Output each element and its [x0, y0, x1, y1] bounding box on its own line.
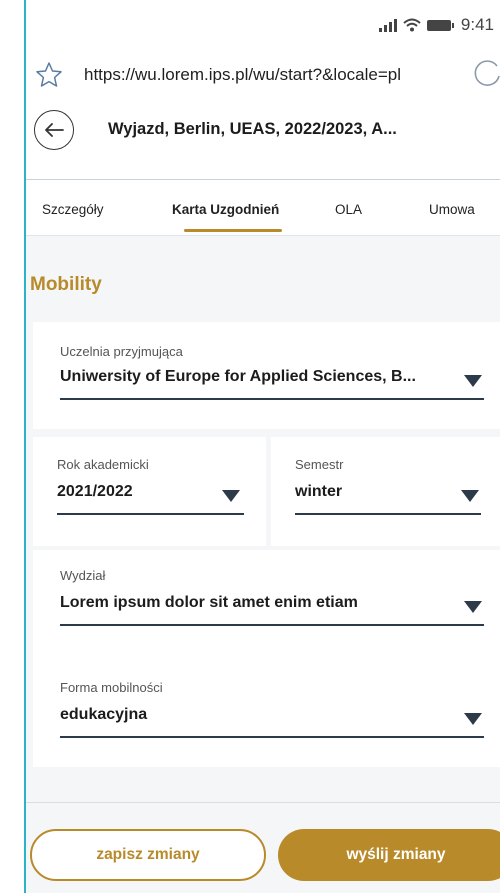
tab-bar: Szczegóły Karta Uzgodnień OLA Umowa — [26, 180, 500, 236]
mobility-form-label: Forma mobilności — [60, 680, 163, 695]
browser-url-bar[interactable]: https://wu.lorem.ips.pl/wu/start?&locale… — [26, 52, 500, 100]
faculty-value[interactable]: Lorem ipsum dolor sit amet enim etiam — [60, 594, 460, 612]
reload-icon[interactable] — [469, 56, 500, 92]
host-university-value[interactable]: Uniwersity of Europe for Applied Science… — [60, 368, 460, 386]
battery-icon — [426, 19, 454, 31]
chevron-down-icon[interactable] — [464, 375, 482, 387]
section-title: Mobility — [30, 274, 102, 295]
page-header: Wyjazd, Berlin, UEAS, 2022/2023, A... — [26, 100, 500, 180]
wifi-icon — [403, 18, 421, 32]
back-button[interactable] — [34, 110, 74, 150]
save-changes-button[interactable]: zapisz zmiany — [30, 829, 266, 881]
status-icons: 9:41 — [378, 15, 494, 35]
mobility-form-value[interactable]: edukacyjna — [60, 706, 460, 724]
host-university-label: Uczelnia przyjmująca — [60, 344, 183, 359]
semester-label: Semestr — [295, 457, 344, 472]
signal-icon — [378, 18, 397, 32]
chevron-down-icon[interactable] — [222, 490, 240, 502]
active-tab-indicator — [184, 229, 282, 232]
faculty-label: Wydział — [60, 568, 106, 583]
field-underline — [60, 624, 484, 626]
page-title: Wyjazd, Berlin, UEAS, 2022/2023, A... — [108, 120, 397, 138]
field-underline — [295, 513, 481, 515]
url-text[interactable]: https://wu.lorem.ips.pl/wu/start?&locale… — [84, 65, 401, 85]
status-time: 9:41 — [460, 15, 494, 34]
semester-field[interactable]: Semestr winter — [271, 437, 500, 546]
divider — [26, 802, 500, 803]
tab-ola[interactable]: OLA — [335, 202, 362, 217]
bookmark-star-icon[interactable] — [34, 60, 64, 90]
field-underline — [60, 398, 484, 400]
host-university-field[interactable]: Uczelnia przyjmująca Uniwersity of Europ… — [33, 322, 500, 429]
academic-year-label: Rok akademicki — [57, 457, 149, 472]
tab-karta-uzgodnien[interactable]: Karta Uzgodnień — [172, 202, 279, 217]
chevron-down-icon[interactable] — [464, 713, 482, 725]
send-changes-button[interactable]: wyślij zmiany — [278, 829, 500, 881]
chevron-down-icon[interactable] — [461, 490, 479, 502]
field-underline — [57, 513, 244, 515]
phone-frame: 9:41 https://wu.lorem.ips.pl/wu/start?&l… — [24, 0, 500, 893]
semester-value[interactable]: winter — [295, 483, 342, 501]
arrow-left-icon — [45, 123, 64, 137]
chevron-down-icon[interactable] — [464, 601, 482, 613]
status-bar: 9:41 — [26, 0, 500, 52]
tab-umowa[interactable]: Umowa — [429, 202, 475, 217]
academic-year-field[interactable]: Rok akademicki 2021/2022 — [33, 437, 266, 546]
academic-year-value[interactable]: 2021/2022 — [57, 483, 133, 501]
faculty-and-mobility-card: Wydział Lorem ipsum dolor sit amet enim … — [33, 550, 500, 767]
field-underline — [60, 736, 484, 738]
tab-szczegoly[interactable]: Szczegóły — [42, 202, 104, 217]
